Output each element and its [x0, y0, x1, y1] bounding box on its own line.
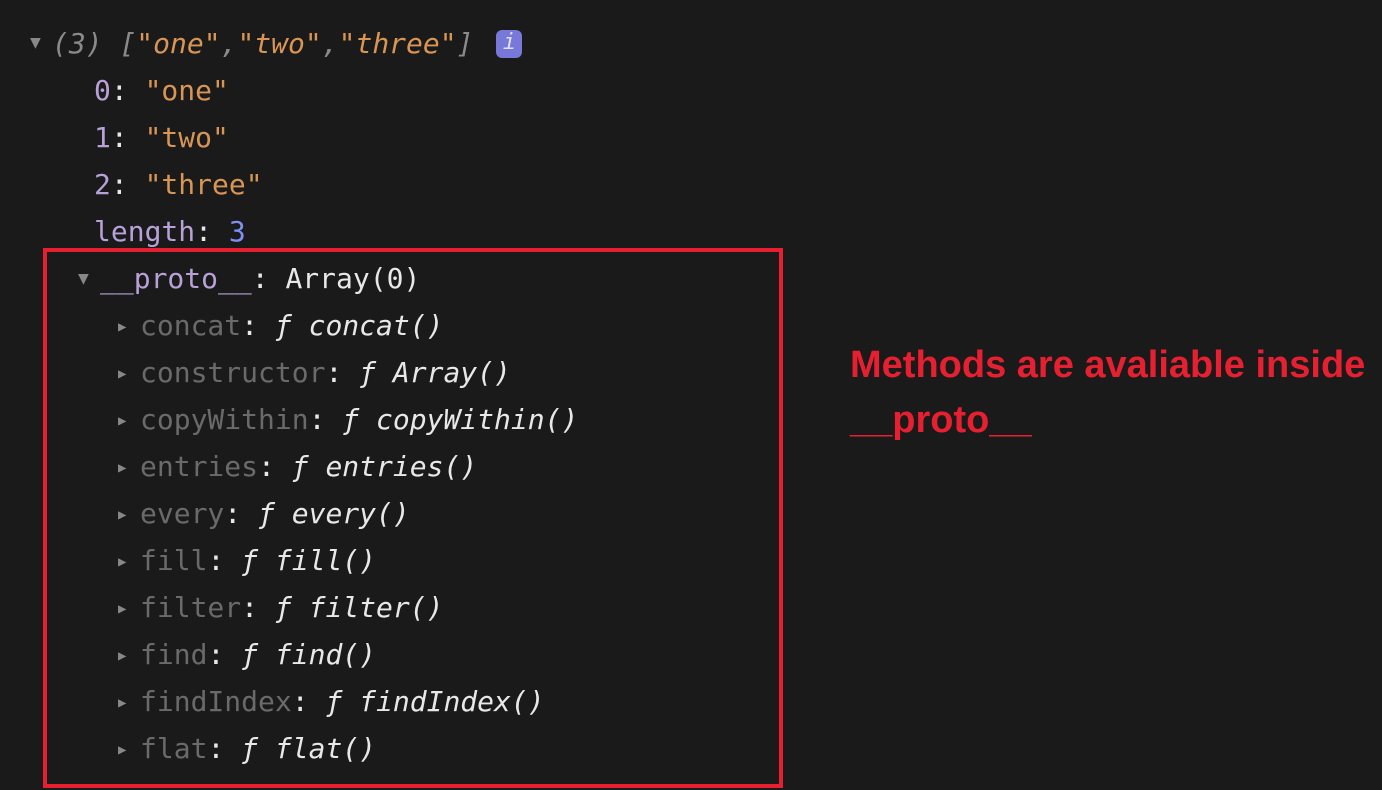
function-icon: ƒ [342, 396, 359, 443]
method-name: filter [140, 584, 241, 631]
proto-value: Array(0) [285, 255, 420, 302]
array-preview-item-1: "two" [237, 20, 321, 67]
index-value: "three" [145, 161, 263, 208]
chevron-down-icon[interactable] [30, 28, 52, 58]
function-icon: ƒ [275, 584, 292, 631]
function-icon: ƒ [359, 349, 376, 396]
function-icon: ƒ [292, 443, 309, 490]
function-icon: ƒ [241, 631, 258, 678]
method-fn: flat() [275, 725, 376, 772]
chevron-right-icon[interactable] [118, 687, 140, 717]
chevron-down-icon[interactable] [78, 264, 100, 294]
method-fn: fill() [275, 537, 376, 584]
method-row[interactable]: every : ƒ every() [30, 490, 1352, 537]
method-fn: every() [292, 490, 410, 537]
chevron-right-icon[interactable] [118, 311, 140, 341]
length-key: length [94, 208, 195, 255]
index-key: 2 [94, 161, 111, 208]
function-icon: ƒ [275, 302, 292, 349]
chevron-right-icon[interactable] [118, 593, 140, 623]
method-name: findIndex [140, 678, 292, 725]
method-name: find [140, 631, 207, 678]
method-row[interactable]: fill : ƒ fill() [30, 537, 1352, 584]
bracket-close: ] [457, 20, 474, 67]
array-header-row[interactable]: (3) [ "one" , "two" , "three" ] i [30, 20, 1352, 67]
function-icon: ƒ [258, 490, 275, 537]
method-fn: concat() [309, 302, 444, 349]
method-name: fill [140, 537, 207, 584]
proto-row[interactable]: __proto__ : Array(0) [30, 255, 1352, 302]
chevron-right-icon[interactable] [118, 405, 140, 435]
index-key: 1 [94, 114, 111, 161]
chevron-right-icon[interactable] [118, 734, 140, 764]
method-row[interactable]: filter : ƒ filter() [30, 584, 1352, 631]
array-count: (3) [52, 20, 103, 67]
method-name: concat [140, 302, 241, 349]
length-row[interactable]: length : 3 [30, 208, 1352, 255]
chevron-right-icon[interactable] [118, 452, 140, 482]
method-name: copyWithin [140, 396, 309, 443]
method-row[interactable]: flat : ƒ flat() [30, 725, 1352, 772]
method-fn: find() [275, 631, 376, 678]
method-fn: entries() [325, 443, 477, 490]
method-row[interactable]: entries : ƒ entries() [30, 443, 1352, 490]
method-fn: copyWithin() [376, 396, 578, 443]
chevron-right-icon[interactable] [118, 546, 140, 576]
array-index-row[interactable]: 0 : "one" [30, 67, 1352, 114]
method-name: every [140, 490, 224, 537]
method-name: flat [140, 725, 207, 772]
bracket-open: [ [119, 20, 136, 67]
annotation-text: Methods are avaliable inside __proto__ [850, 338, 1382, 448]
method-fn: Array() [393, 349, 511, 396]
method-row[interactable]: findIndex : ƒ findIndex() [30, 678, 1352, 725]
index-value: "one" [145, 67, 229, 114]
array-preview-sep-1: , [322, 20, 339, 67]
proto-key: __proto__ [100, 255, 252, 302]
chevron-right-icon[interactable] [118, 358, 140, 388]
function-icon: ƒ [241, 725, 258, 772]
method-row[interactable]: find : ƒ find() [30, 631, 1352, 678]
info-icon[interactable]: i [496, 30, 522, 58]
method-fn: filter() [309, 584, 444, 631]
array-preview-sep-0: , [221, 20, 238, 67]
array-index-row[interactable]: 2 : "three" [30, 161, 1352, 208]
chevron-right-icon[interactable] [118, 499, 140, 529]
chevron-right-icon[interactable] [118, 640, 140, 670]
method-name: constructor [140, 349, 325, 396]
index-key: 0 [94, 67, 111, 114]
array-preview-item-0: "one" [136, 20, 220, 67]
array-index-row[interactable]: 1 : "two" [30, 114, 1352, 161]
function-icon: ƒ [325, 678, 342, 725]
index-value: "two" [145, 114, 229, 161]
length-value: 3 [229, 208, 246, 255]
function-icon: ƒ [241, 537, 258, 584]
method-name: entries [140, 443, 258, 490]
method-fn: findIndex() [359, 678, 544, 725]
array-preview-item-2: "three" [339, 20, 457, 67]
